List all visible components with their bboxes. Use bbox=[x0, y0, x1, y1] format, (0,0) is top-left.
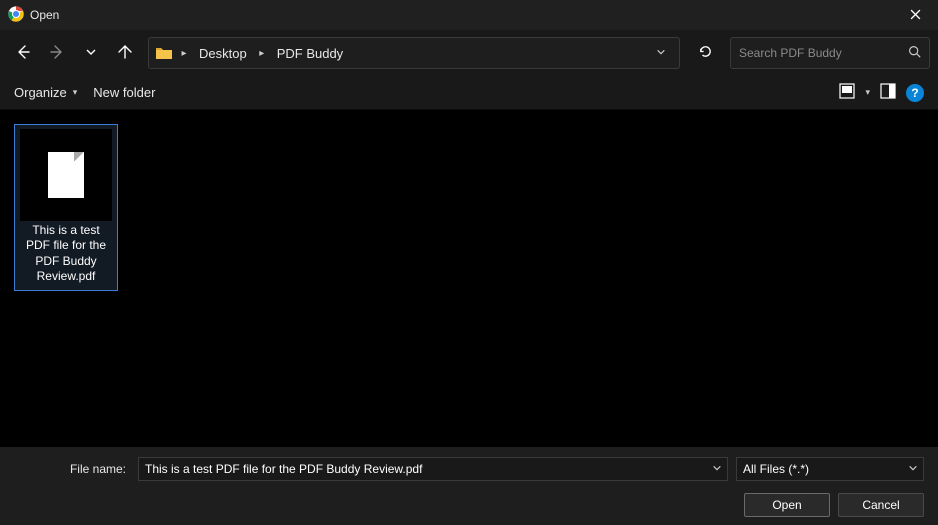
titlebar: Open bbox=[0, 0, 938, 30]
toolbar-row: Organize ▾ New folder ▾ ? bbox=[0, 76, 938, 110]
arrow-left-icon bbox=[15, 44, 31, 63]
breadcrumb-separator: ▸ bbox=[255, 48, 269, 59]
chevron-down-icon[interactable] bbox=[908, 463, 918, 475]
preview-pane-button[interactable] bbox=[878, 83, 898, 103]
bottom-panel: File name: All Files (*.*) Open Cancel bbox=[0, 447, 938, 525]
back-button[interactable] bbox=[8, 38, 38, 68]
chevron-down-icon[interactable] bbox=[712, 463, 722, 475]
file-item[interactable]: This is a test PDF file for the PDF Budd… bbox=[14, 124, 118, 291]
search-icon bbox=[908, 45, 921, 61]
chevron-down-icon[interactable]: ▾ bbox=[865, 87, 870, 98]
breadcrumb-separator: ▸ bbox=[177, 48, 191, 59]
file-thumbnail bbox=[20, 129, 112, 221]
cancel-button[interactable]: Cancel bbox=[838, 493, 924, 517]
arrow-up-icon bbox=[117, 44, 133, 63]
recent-locations-button[interactable] bbox=[76, 38, 106, 68]
breadcrumb-bar[interactable]: ▸ Desktop ▸ PDF Buddy bbox=[148, 37, 680, 69]
open-button-label: Open bbox=[772, 498, 801, 512]
new-folder-label: New folder bbox=[93, 85, 155, 100]
filename-combobox[interactable] bbox=[138, 457, 728, 481]
new-folder-button[interactable]: New folder bbox=[93, 85, 155, 100]
breadcrumb-item-desktop[interactable]: Desktop bbox=[195, 46, 251, 61]
dialog-title: Open bbox=[30, 8, 59, 22]
filename-input[interactable] bbox=[138, 457, 728, 481]
cancel-button-label: Cancel bbox=[862, 498, 899, 512]
file-type-filter-value: All Files (*.*) bbox=[736, 457, 924, 481]
help-icon: ? bbox=[911, 86, 918, 100]
organize-label: Organize bbox=[14, 85, 67, 100]
up-button[interactable] bbox=[110, 38, 140, 68]
breadcrumb-item-pdfbuddy[interactable]: PDF Buddy bbox=[273, 46, 347, 61]
arrow-right-icon bbox=[49, 44, 65, 63]
close-button[interactable] bbox=[892, 0, 938, 30]
document-icon bbox=[48, 152, 84, 198]
file-type-filter[interactable]: All Files (*.*) bbox=[736, 457, 924, 481]
filename-label: File name: bbox=[14, 462, 130, 476]
search-box[interactable] bbox=[730, 37, 930, 69]
nav-row: ▸ Desktop ▸ PDF Buddy bbox=[0, 30, 938, 76]
file-name-label: This is a test PDF file for the PDF Budd… bbox=[19, 223, 113, 284]
view-mode-button[interactable] bbox=[837, 83, 857, 103]
chrome-icon bbox=[8, 6, 24, 25]
open-button[interactable]: Open bbox=[744, 493, 830, 517]
view-grid-icon bbox=[839, 83, 855, 102]
help-button[interactable]: ? bbox=[906, 84, 924, 102]
folder-icon bbox=[155, 44, 173, 62]
search-input[interactable] bbox=[739, 46, 904, 60]
breadcrumb-dropdown[interactable] bbox=[649, 47, 673, 60]
preview-pane-icon bbox=[880, 83, 896, 102]
file-list-area[interactable]: This is a test PDF file for the PDF Budd… bbox=[0, 110, 938, 447]
close-icon bbox=[910, 7, 921, 23]
organize-menu[interactable]: Organize ▾ bbox=[14, 85, 77, 100]
forward-button[interactable] bbox=[42, 38, 72, 68]
chevron-down-icon bbox=[85, 46, 97, 61]
refresh-icon bbox=[698, 44, 713, 62]
refresh-button[interactable] bbox=[690, 38, 720, 68]
chevron-down-icon: ▾ bbox=[73, 87, 78, 98]
